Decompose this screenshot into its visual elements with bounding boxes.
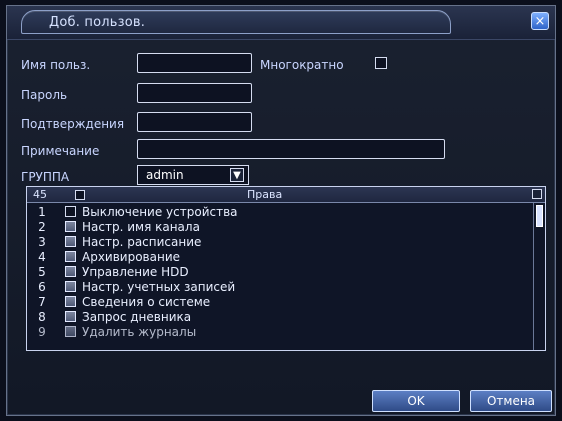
password-input[interactable] [137,83,252,103]
row-label: Архивирование [82,249,181,264]
table-row[interactable]: 8 Запрос дневника [27,309,533,324]
row-checkbox[interactable] [65,206,76,217]
row-number: 4 [38,249,46,264]
row-checkbox[interactable] [65,236,76,247]
permissions-table-header: 45 Права [27,187,545,203]
permissions-scrollbar[interactable] [533,203,545,350]
group-label: ГРУППА [21,170,70,184]
add-user-dialog: Доб. пользов. × Имя польз. Многократно П… [6,5,556,416]
close-icon: × [534,13,546,29]
row-checkbox[interactable] [65,311,76,322]
permissions-count: 45 [33,188,47,201]
row-label: Сведения о системе [82,294,211,309]
group-select-value: admin [146,168,184,182]
close-button[interactable]: × [531,12,549,30]
table-row[interactable]: 9 Удалить журналы [27,324,533,339]
permissions-table: 45 Права 1 Выключение устройства 2 Настр… [26,186,546,351]
row-number: 1 [38,204,46,219]
table-row[interactable]: 2 Настр. имя канала [27,219,533,234]
row-label: Настр. имя канала [82,219,200,234]
row-checkbox[interactable] [65,296,76,307]
permissions-header-title: Права [247,188,283,201]
row-label: Управление HDD [82,264,189,279]
row-label: Выключение устройства [82,204,238,219]
row-label: Запрос дневника [82,309,192,324]
dialog-title: Доб. пользов. [49,15,146,30]
table-row[interactable]: 5 Управление HDD [27,264,533,279]
row-checkbox[interactable] [65,266,76,277]
table-row[interactable]: 7 Сведения о системе [27,294,533,309]
row-number: 9 [38,324,46,339]
table-row[interactable]: 6 Настр. учетных записей [27,279,533,294]
username-label: Имя польз. [21,58,91,72]
group-select[interactable]: admin ▼ [137,165,249,185]
table-row[interactable]: 3 Настр. расписание [27,234,533,249]
row-number: 6 [38,279,46,294]
row-number: 5 [38,264,46,279]
username-input[interactable] [137,53,252,73]
reuse-checkbox[interactable] [375,57,387,69]
select-all-checkbox[interactable] [75,190,85,200]
row-checkbox[interactable] [65,326,76,337]
confirm-input[interactable] [137,112,252,132]
permissions-rows: 1 Выключение устройства 2 Настр. имя кан… [27,204,533,350]
row-checkbox[interactable] [65,281,76,292]
row-number: 3 [38,234,46,249]
table-row[interactable]: 4 Архивирование [27,249,533,264]
scrollbar-thumb[interactable] [536,205,543,227]
row-label: Настр. расписание [82,234,202,249]
reuse-label: Многократно [260,58,344,72]
chevron-down-icon[interactable]: ▼ [230,168,244,182]
row-number: 2 [38,219,46,234]
row-number: 7 [38,294,46,309]
password-label: Пароль [21,88,68,102]
cancel-button[interactable]: Отмена [470,390,552,412]
scroll-up-button[interactable] [532,189,542,199]
note-input[interactable] [137,139,445,159]
dialog-titlebar: Доб. пользов. × [7,6,555,40]
row-checkbox[interactable] [65,251,76,262]
confirm-label: Подтверждения [21,117,125,131]
row-label: Настр. учетных записей [82,279,236,294]
row-label: Удалить журналы [82,324,197,339]
table-row[interactable]: 1 Выключение устройства [27,204,533,219]
row-checkbox[interactable] [65,221,76,232]
ok-button[interactable]: OK [372,390,460,412]
note-label: Примечание [21,144,100,158]
row-number: 8 [38,309,46,324]
